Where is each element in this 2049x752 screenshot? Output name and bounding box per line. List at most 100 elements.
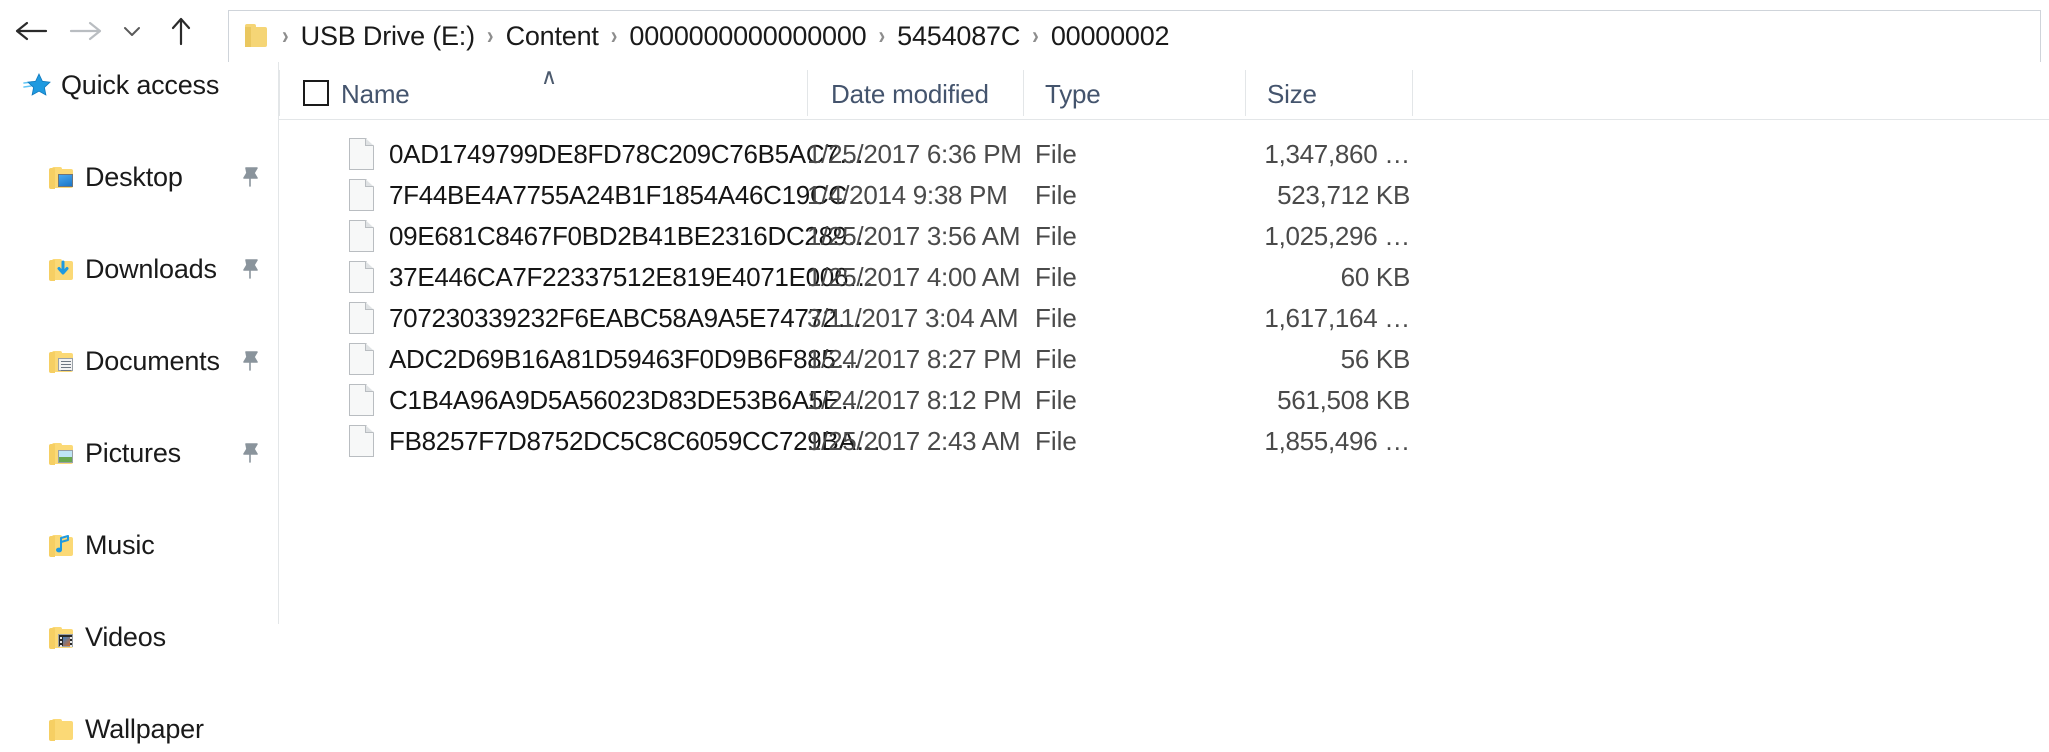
- file-type: File: [1035, 138, 1077, 169]
- column-header-size[interactable]: Size: [1267, 79, 1317, 110]
- table-row[interactable]: C1B4A96A9D5A56023D83DE53B6A5E… 1/24/2017…: [279, 380, 2049, 420]
- file-type: File: [1035, 384, 1077, 415]
- folder-pictures-icon: [46, 438, 76, 468]
- file-date-modified: 1/25/2017 6:36 PM: [807, 138, 1022, 169]
- breadcrumb-item-0[interactable]: USB Drive (E:): [294, 19, 482, 54]
- column-divider[interactable]: [1245, 70, 1246, 116]
- address-bar[interactable]: › USB Drive (E:) › Content › 00000000000…: [228, 10, 2041, 62]
- arrow-up-icon: [171, 17, 191, 46]
- file-type: File: [1035, 179, 1077, 210]
- table-row[interactable]: FB8257F7D8752DC5C8C6059CC729BA… 1/25/201…: [279, 421, 2049, 461]
- file-type: File: [1035, 302, 1077, 333]
- breadcrumb-separator: ›: [486, 22, 494, 50]
- column-header-type[interactable]: Type: [1045, 79, 1101, 110]
- file-size: 1,025,296 …: [1264, 220, 1410, 251]
- sidebar-item-label: Downloads: [85, 253, 217, 284]
- table-row[interactable]: 09E681C8467F0BD2B41BE2316DC289… 1/25/201…: [279, 216, 2049, 256]
- folder-desktop-icon: [46, 162, 76, 192]
- up-one-level-button[interactable]: [158, 8, 204, 54]
- pin-icon[interactable]: [240, 258, 260, 280]
- back-button[interactable]: [8, 8, 54, 54]
- sidebar-item-label: Music: [85, 529, 155, 560]
- file-icon: [349, 220, 374, 252]
- file-icon: [349, 261, 374, 293]
- pin-icon[interactable]: [240, 442, 260, 464]
- column-divider[interactable]: [1023, 70, 1024, 116]
- column-divider[interactable]: [279, 70, 280, 116]
- file-list-pane: ∧ Name Date modified Type Size 0AD174979…: [279, 62, 2049, 624]
- recent-locations-button[interactable]: [114, 8, 150, 54]
- folder-videos-icon: [46, 622, 76, 652]
- sidebar-item-wallpaper[interactable]: Wallpaper: [0, 706, 278, 752]
- file-icon: [349, 384, 374, 416]
- sidebar-item-music[interactable]: Music: [0, 522, 278, 568]
- pin-icon[interactable]: [240, 350, 260, 372]
- sidebar-item-label: Wallpaper: [85, 713, 204, 744]
- file-icon: [349, 343, 374, 375]
- sidebar-item-label: Videos: [85, 621, 166, 652]
- file-name: 37E446CA7F22337512E819E4071E006…: [389, 261, 874, 292]
- file-name: C1B4A96A9D5A56023D83DE53B6A5E…: [389, 384, 866, 415]
- sidebar-item-desktop[interactable]: Desktop: [0, 154, 278, 200]
- file-size: 60 KB: [1340, 261, 1411, 292]
- folder-icon: [239, 22, 273, 52]
- sidebar-item-downloads[interactable]: Downloads: [0, 246, 278, 292]
- navigation-bar: › USB Drive (E:) › Content › 00000000000…: [0, 0, 2049, 62]
- sidebar-item-documents[interactable]: Documents: [0, 338, 278, 384]
- file-size: 1,347,860 …: [1264, 138, 1410, 169]
- file-name: 0AD1749799DE8FD78C209C76B5AC7…: [389, 138, 865, 169]
- column-divider[interactable]: [807, 70, 808, 116]
- file-date-modified: 1/4/2014 9:38 PM: [807, 179, 1008, 210]
- breadcrumb-item-1[interactable]: Content: [499, 19, 606, 54]
- file-date-modified: 1/24/2017 8:12 PM: [807, 384, 1022, 415]
- column-header-date-modified[interactable]: Date modified: [831, 79, 989, 110]
- file-type: File: [1035, 261, 1077, 292]
- sidebar-item-quick-access[interactable]: Quick access: [0, 62, 278, 108]
- folder-downloads-icon: [46, 254, 76, 284]
- file-name: 707230339232F6EABC58A9A5E74772…: [389, 302, 863, 333]
- sidebar-item-pictures[interactable]: Pictures: [0, 430, 278, 476]
- file-size: 1,617,164 …: [1264, 302, 1410, 333]
- table-row[interactable]: ADC2D69B16A81D59463F0D9B6F885… 1/24/2017…: [279, 339, 2049, 379]
- sort-ascending-icon: ∧: [541, 64, 558, 89]
- file-name: ADC2D69B16A81D59463F0D9B6F885…: [389, 343, 862, 374]
- file-date-modified: 1/25/2017 4:00 AM: [807, 261, 1021, 292]
- breadcrumb-item-3[interactable]: 5454087C: [890, 19, 1027, 54]
- file-icon: [349, 179, 374, 211]
- breadcrumb-item-4[interactable]: 00000002: [1044, 19, 1177, 54]
- column-header-name[interactable]: Name: [341, 79, 410, 110]
- table-row[interactable]: 7F44BE4A7755A24B1F1854A46C19CC… 1/4/2014…: [279, 175, 2049, 215]
- pin-icon[interactable]: [240, 166, 260, 188]
- file-type: File: [1035, 425, 1077, 456]
- breadcrumb-item-2[interactable]: 0000000000000000: [622, 19, 873, 54]
- sidebar-item-videos[interactable]: Videos: [0, 614, 278, 660]
- file-name: 7F44BE4A7755A24B1F1854A46C19CC…: [389, 179, 873, 210]
- breadcrumb-separator: ›: [878, 22, 886, 50]
- file-date-modified: 1/24/2017 8:27 PM: [807, 343, 1022, 374]
- file-size: 56 KB: [1340, 343, 1411, 374]
- arrow-right-icon: [69, 21, 102, 41]
- column-header-row: ∧ Name Date modified Type Size: [279, 62, 2049, 120]
- column-divider[interactable]: [1412, 70, 1413, 116]
- forward-button[interactable]: [62, 8, 108, 54]
- table-row[interactable]: 37E446CA7F22337512E819E4071E006… 1/25/20…: [279, 257, 2049, 297]
- sidebar-item-label: Quick access: [61, 69, 220, 100]
- file-icon: [349, 138, 374, 170]
- file-size: 561,508 KB: [1277, 384, 1410, 415]
- file-icon: [349, 302, 374, 334]
- arrow-left-icon: [15, 21, 48, 41]
- star-icon: [22, 70, 52, 100]
- file-date-modified: 1/25/2017 3:56 AM: [807, 220, 1021, 251]
- file-name: 09E681C8467F0BD2B41BE2316DC289…: [389, 220, 873, 251]
- sidebar-item-label: Desktop: [85, 161, 183, 192]
- table-row[interactable]: 0AD1749799DE8FD78C209C76B5AC7… 1/25/2017…: [279, 134, 2049, 174]
- chevron-down-icon: [124, 27, 140, 36]
- navigation-pane: Quick access Desktop Downloads Documents…: [0, 62, 279, 744]
- file-date-modified: 1/25/2017 2:43 AM: [807, 425, 1021, 456]
- table-row[interactable]: 707230339232F6EABC58A9A5E74772… 3/11/201…: [279, 298, 2049, 338]
- breadcrumb-separator: ›: [610, 22, 618, 50]
- file-type: File: [1035, 220, 1077, 251]
- file-icon: [349, 425, 374, 457]
- select-all-checkbox[interactable]: [303, 80, 329, 106]
- folder-documents-icon: [46, 346, 76, 376]
